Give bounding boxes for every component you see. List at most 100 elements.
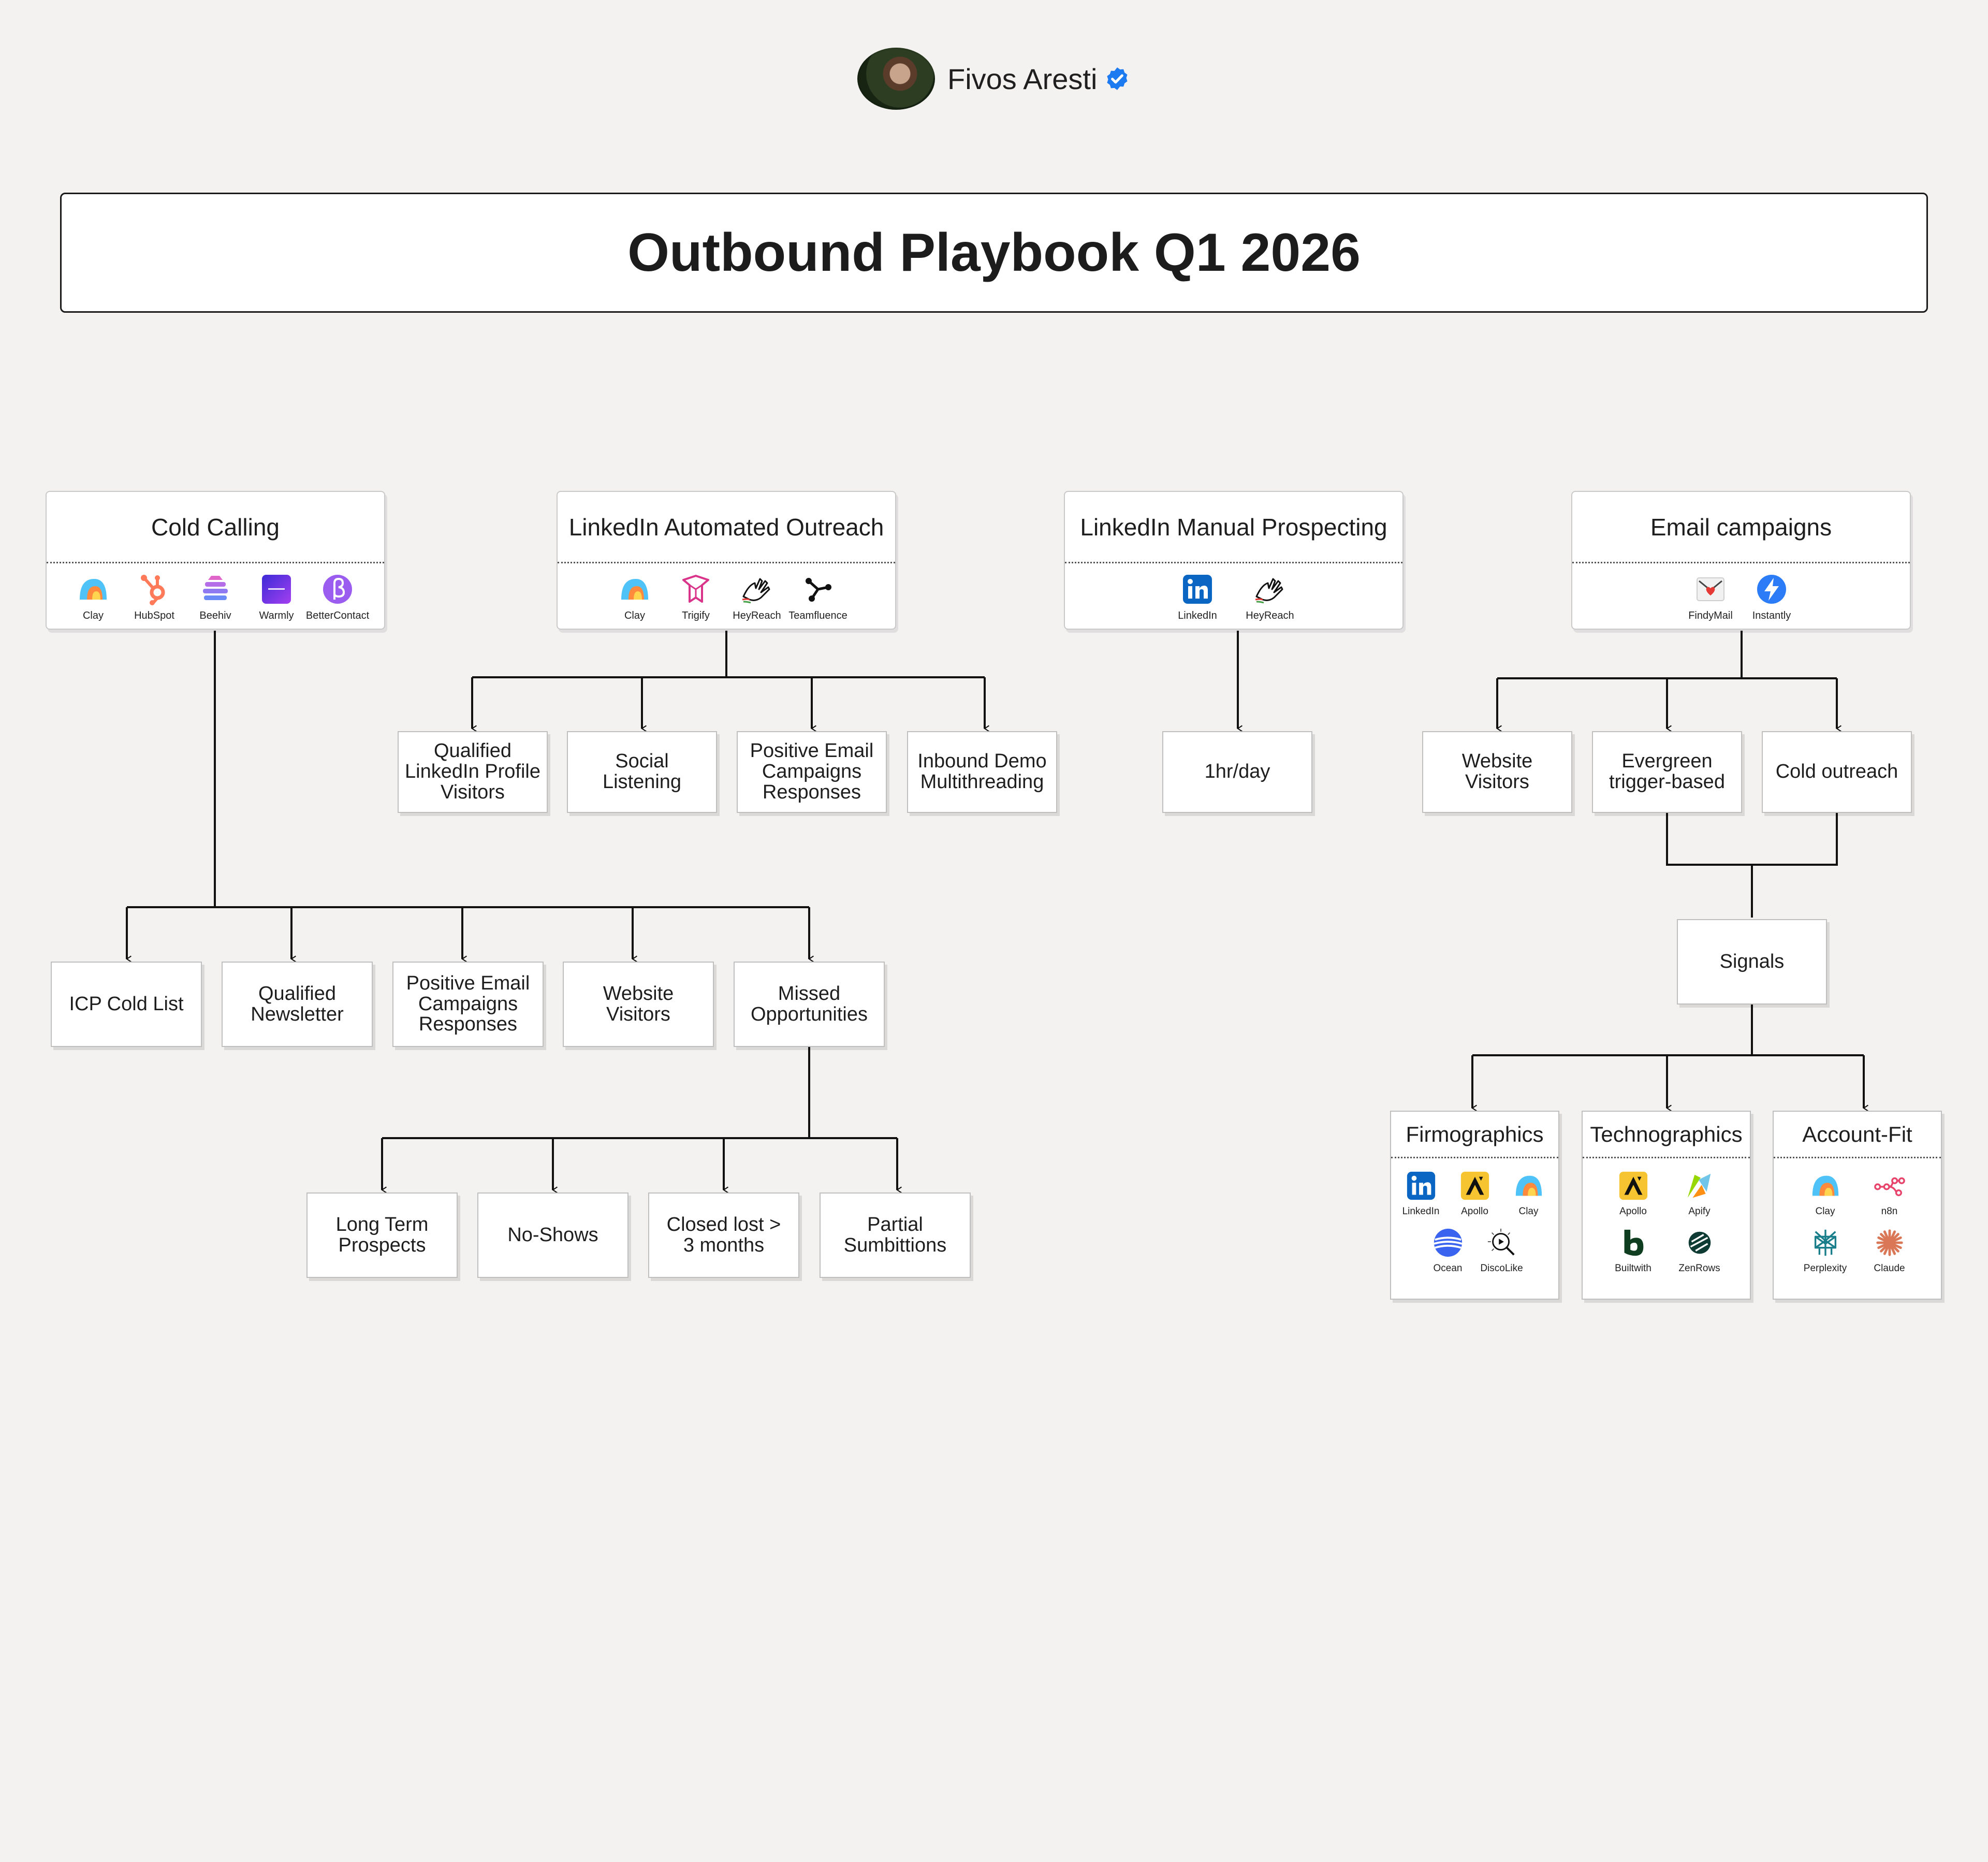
tool-label: Instantly	[1752, 610, 1791, 621]
heyreach-icon	[742, 578, 770, 604]
tool-claude: Claude	[1858, 1227, 1922, 1274]
node-1hr-day: 1hr/day	[1162, 731, 1312, 813]
tool-list: Apollo Apify Builtwith ZenRows	[1583, 1158, 1750, 1274]
tool-label: DiscoLike	[1480, 1263, 1523, 1274]
category-email-campaigns: Email campaigns FindyMail Instantly	[1571, 491, 1911, 630]
ocean-icon	[1433, 1228, 1463, 1257]
tool-zenrows: ZenRows	[1667, 1227, 1733, 1274]
category-cold-calling: Cold Calling Clay HubSpot Beehiv Warmly …	[46, 491, 385, 630]
tool-beehiv: Beehiv	[185, 573, 246, 622]
beehiv-icon	[203, 576, 228, 600]
tool-label: HeyReach	[1246, 610, 1294, 621]
category-linkedin-automated-outreach: LinkedIn Automated Outreach Clay Trigify…	[557, 491, 896, 630]
tool-label: BetterContact	[305, 610, 370, 621]
signal-group-firmographics: Firmographics LinkedIn Apollo Clay Ocean…	[1390, 1111, 1559, 1300]
tool-warmly: Warmly	[246, 573, 307, 622]
node-social-listening: Social Listening	[567, 731, 717, 813]
node-website-visitors: Website Visitors	[563, 962, 714, 1047]
instantly-icon	[1757, 575, 1786, 604]
tool-list: Clay n8n Perplexity Claude	[1774, 1158, 1941, 1274]
tool-heyreach: HeyReach	[1234, 573, 1306, 622]
node-signals: Signals	[1677, 919, 1827, 1005]
node-partial-submissions: Partial Sumbittions	[820, 1192, 971, 1278]
tool-label: Builtwith	[1615, 1263, 1651, 1274]
apollo-icon	[1460, 1171, 1489, 1200]
tool-heyreach: HeyReach	[726, 573, 787, 622]
tool-trigify: Trigify	[665, 573, 726, 622]
category-title: Cold Calling	[47, 492, 384, 563]
tool-clay: Clay	[1793, 1170, 1858, 1217]
bettercontact-icon	[323, 575, 352, 604]
signal-group-technographics: Technographics Apollo Apify Builtwith Ze…	[1582, 1111, 1751, 1300]
linkedin-icon	[1183, 575, 1212, 604]
tool-label: Apify	[1688, 1206, 1711, 1217]
node-website-visitors: Website Visitors	[1422, 731, 1572, 813]
tool-clay: Clay	[63, 573, 124, 622]
clay-icon	[621, 579, 648, 600]
node-qualified-linkedin-profile-visitors: Qualified LinkedIn Profile Visitors	[398, 731, 548, 813]
node-inbound-demo-multithreading: Inbound Demo Multithreading	[907, 731, 1057, 813]
warmly-icon	[262, 575, 291, 604]
teamfluence-icon	[806, 578, 831, 602]
node-missed-opportunities: Missed Opportunities	[734, 962, 885, 1047]
tool-list: LinkedIn HeyReach	[1065, 563, 1402, 622]
clay-icon	[80, 579, 107, 600]
tool-clay: Clay	[604, 573, 665, 622]
tool-bettercontact: BetterContact	[305, 573, 370, 622]
tool-n8n: n8n	[1858, 1170, 1922, 1217]
tool-hubspot: HubSpot	[124, 573, 185, 622]
tool-label: FindyMail	[1688, 610, 1733, 621]
tool-label: Perplexity	[1803, 1263, 1847, 1274]
signal-group-title: Technographics	[1583, 1112, 1750, 1158]
clay-icon	[1515, 1175, 1542, 1196]
perplexity-icon	[1814, 1229, 1836, 1256]
node-closed-lost-3-months: Closed lost > 3 months	[648, 1192, 799, 1278]
node-no-shows: No-Shows	[477, 1192, 628, 1278]
n8n-icon	[1874, 1177, 1905, 1197]
tool-discolike: DiscoLike	[1475, 1227, 1529, 1274]
category-title: LinkedIn Manual Prospecting	[1065, 492, 1402, 563]
node-evergreen-trigger-based: Evergreen trigger-based	[1592, 731, 1742, 813]
tool-linkedin: LinkedIn	[1394, 1170, 1448, 1217]
node-icp-cold-list: ICP Cold List	[51, 962, 202, 1047]
tool-label: Trigify	[682, 610, 710, 621]
tool-findymail: FindyMail	[1680, 573, 1741, 622]
heyreach-icon	[1255, 578, 1283, 604]
tool-apollo: Apollo	[1448, 1170, 1502, 1217]
tool-perplexity: Perplexity	[1793, 1227, 1858, 1274]
builtwith-icon	[1624, 1229, 1643, 1256]
tool-instantly: Instantly	[1741, 573, 1802, 622]
tool-label: LinkedIn	[1178, 610, 1217, 621]
tool-ocean: Ocean	[1421, 1227, 1475, 1274]
tool-label: Ocean	[1433, 1263, 1463, 1274]
node-long-term-prospects: Long Term Prospects	[306, 1192, 458, 1278]
tool-list: Clay Trigify HeyReach Teamfluence	[558, 563, 895, 622]
tool-label: Clay	[82, 610, 104, 621]
node-positive-email-campaigns-responses: Positive Email Campaigns Responses	[737, 731, 887, 813]
node-cold-outreach: Cold outreach	[1762, 731, 1912, 813]
tool-label: ZenRows	[1678, 1263, 1720, 1274]
category-title: Email campaigns	[1572, 492, 1910, 563]
tool-linkedin: LinkedIn	[1161, 573, 1234, 622]
clay-icon	[1812, 1175, 1838, 1196]
tool-label: Apollo	[1619, 1206, 1647, 1217]
tool-list: Clay HubSpot Beehiv Warmly BetterContact	[47, 563, 384, 622]
apollo-icon	[1619, 1171, 1647, 1200]
zenrows-icon	[1688, 1231, 1711, 1254]
tool-label: HubSpot	[134, 610, 174, 621]
apify-icon	[1687, 1173, 1711, 1198]
linkedin-icon	[1407, 1171, 1435, 1200]
tool-apify: Apify	[1667, 1170, 1733, 1217]
tool-label: Apollo	[1461, 1206, 1488, 1217]
signal-group-title: Firmographics	[1391, 1112, 1558, 1158]
tool-clay: Clay	[1502, 1170, 1556, 1217]
signal-group-title: Account-Fit	[1774, 1112, 1941, 1158]
tool-teamfluence: Teamfluence	[787, 573, 849, 622]
trigify-icon	[682, 575, 709, 603]
tool-builtwith: Builtwith	[1600, 1227, 1667, 1274]
tool-label: Clay	[1815, 1206, 1835, 1217]
claude-icon	[1876, 1229, 1903, 1256]
tool-apollo: Apollo	[1600, 1170, 1667, 1217]
discolike-icon	[1487, 1228, 1515, 1256]
tool-list: FindyMail Instantly	[1572, 563, 1910, 622]
